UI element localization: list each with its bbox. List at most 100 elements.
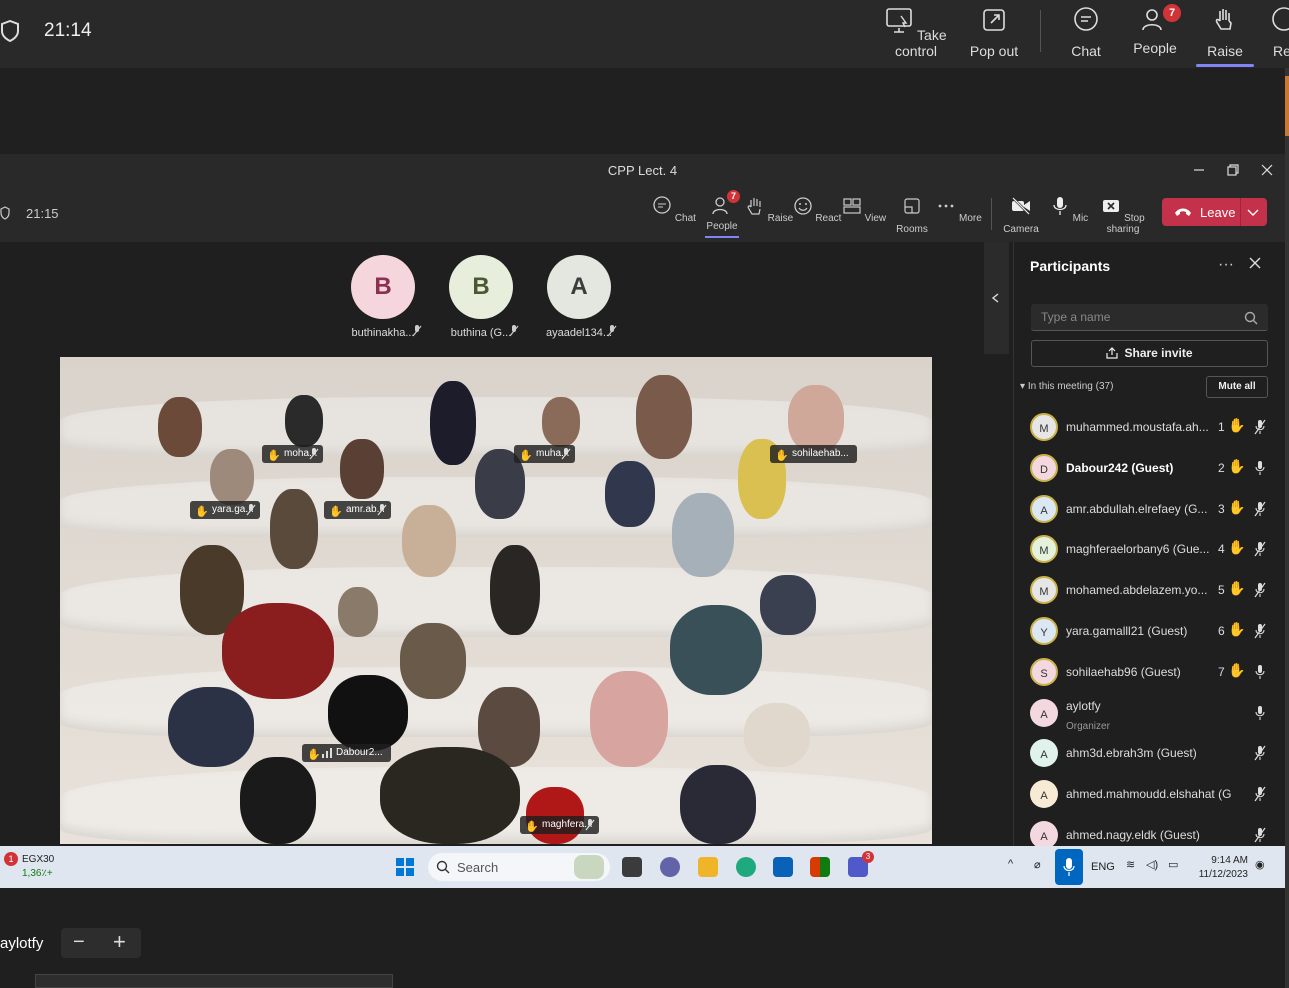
in-meeting-header[interactable]: ▾ In this meeting (37) xyxy=(1020,381,1113,392)
outer-react-button[interactable]: Re xyxy=(1270,6,1289,59)
chat-icon xyxy=(653,196,671,214)
participant-row[interactable]: Mmuhammed.moustafa.ah... 1 ✋ xyxy=(1028,409,1286,449)
attendee-video xyxy=(210,449,254,505)
chat-button[interactable]: Chat xyxy=(649,196,699,224)
react-button[interactable]: React xyxy=(792,196,842,224)
maximize-icon[interactable] xyxy=(1223,160,1243,180)
search-icon[interactable] xyxy=(1244,311,1258,325)
participant-name: maghferaelorbany6 (Gue... xyxy=(1066,542,1210,557)
mic-muted-icon[interactable] xyxy=(1254,827,1266,843)
view-button[interactable]: View xyxy=(839,196,889,224)
mic-muted-icon[interactable] xyxy=(1254,419,1266,435)
mic-muted-icon[interactable] xyxy=(1254,501,1266,517)
raise-button[interactable]: Raise xyxy=(744,196,794,224)
mic-icon[interactable] xyxy=(1254,705,1266,721)
participant-tile[interactable]: A ayaadel134... xyxy=(544,255,614,339)
volume-icon[interactable]: ◁) xyxy=(1146,858,1158,871)
participant-row[interactable]: Mmaghferaelorbany6 (Gue... 4 ✋ xyxy=(1028,531,1286,571)
raised-hand-icon: ✋ xyxy=(519,450,533,462)
mic-icon[interactable] xyxy=(1254,460,1266,476)
zoom-out-button[interactable]: − xyxy=(73,931,85,954)
mic-tray-button[interactable] xyxy=(1055,849,1083,885)
chevron-down-icon[interactable] xyxy=(1246,206,1260,218)
participant-tile[interactable]: B buthina (G... xyxy=(446,255,516,339)
mic-button[interactable]: Mic xyxy=(1044,196,1094,224)
more-button[interactable]: More xyxy=(934,196,984,224)
outer-people-label: People xyxy=(1133,40,1177,56)
participant-row[interactable]: Ssohilaehab96 (Guest) 7 ✋ xyxy=(1028,654,1286,694)
camera-label: Camera xyxy=(1003,224,1039,235)
windows-start-icon[interactable] xyxy=(396,858,414,876)
teams-icon[interactable]: 3 xyxy=(848,851,874,877)
task-view-icon[interactable] xyxy=(622,857,642,877)
notifications-icon[interactable]: ◉ xyxy=(1255,858,1265,871)
participant-row[interactable]: Yyara.gamalll21 (Guest) 6 ✋ xyxy=(1028,613,1286,653)
camera-button[interactable]: Camera xyxy=(996,196,1046,235)
mic-muted-icon xyxy=(509,325,519,337)
file-explorer-icon[interactable] xyxy=(698,857,718,877)
mic-muted-icon[interactable] xyxy=(1254,745,1266,761)
more-icon xyxy=(938,204,954,208)
zoom-in-button[interactable]: + xyxy=(113,929,126,955)
together-mode-video: ✋ moha... ✋ muha... ✋ sohilaehab... ✋ ya… xyxy=(60,357,932,844)
mute-all-button[interactable]: Mute all xyxy=(1206,376,1268,398)
participant-row[interactable]: Aahm3d.ebrah3m (Guest) xyxy=(1028,735,1286,775)
shield-icon xyxy=(0,206,10,220)
wifi-icon[interactable]: ≋ xyxy=(1126,858,1135,871)
chevron-up-icon[interactable]: ^ xyxy=(1008,858,1013,870)
avatar: A xyxy=(1030,494,1058,523)
take-control-icon xyxy=(886,8,913,33)
mic-muted-icon[interactable] xyxy=(1254,786,1266,802)
take-control-button[interactable]: Take control xyxy=(878,6,954,59)
outer-raise-button[interactable]: Raise xyxy=(1196,6,1254,67)
shield-icon xyxy=(1,20,19,42)
scrollbar-thumb[interactable] xyxy=(1285,76,1289,136)
teams-chat-icon[interactable] xyxy=(660,857,680,877)
battery-icon[interactable]: ▭ xyxy=(1168,858,1178,871)
clock[interactable]: 9:14 AM 11/12/2023 xyxy=(1192,854,1248,882)
pop-out-label: Pop out xyxy=(969,43,1019,59)
people-label: People xyxy=(706,221,738,232)
participant-row[interactable]: Aahmed.mahmoudd.elshahat (Gu... xyxy=(1028,776,1286,816)
people-button[interactable]: 7 People xyxy=(697,190,747,238)
attendee-video xyxy=(636,375,692,459)
office-icon[interactable] xyxy=(810,857,830,877)
language-indicator[interactable]: ENG xyxy=(1091,861,1115,873)
attendee-video xyxy=(680,765,756,844)
hand-order-number: 1 xyxy=(1218,420,1225,434)
close-window-icon[interactable] xyxy=(1257,160,1277,180)
mic-muted-icon[interactable] xyxy=(1254,623,1266,639)
view-label: View xyxy=(864,213,887,224)
close-icon[interactable] xyxy=(1248,256,1262,270)
participant-row[interactable]: Mmohamed.abdelazem.yo... 5 ✋ xyxy=(1028,572,1286,612)
pop-out-button[interactable]: Pop out xyxy=(966,6,1022,59)
participant-row[interactable]: Aaylotfy Organizer xyxy=(1028,695,1286,735)
minimize-icon[interactable] xyxy=(1189,160,1209,180)
participant-role: Organizer xyxy=(1066,720,1110,732)
taskbar-search[interactable]: Search xyxy=(428,853,610,881)
mic-muted-icon[interactable] xyxy=(1254,541,1266,557)
stock-name: EGX30 xyxy=(22,854,55,865)
outer-people-button[interactable]: 7 People xyxy=(1130,4,1181,56)
leave-button[interactable]: Leave xyxy=(1162,198,1267,226)
collapse-panel-button[interactable] xyxy=(984,242,1009,354)
more-options-icon[interactable]: ··· xyxy=(1218,256,1234,274)
search-input[interactable] xyxy=(1031,304,1268,331)
share-invite-button[interactable]: Share invite xyxy=(1031,340,1268,367)
stop-sharing-button[interactable]: Stop sharing xyxy=(1093,196,1153,235)
mic-icon[interactable] xyxy=(1254,664,1266,680)
participant-row[interactable]: Aamr.abdullah.elrefaey (G... 3 ✋ xyxy=(1028,491,1286,531)
store-icon[interactable] xyxy=(773,857,793,877)
rooms-button[interactable]: Rooms xyxy=(887,196,937,235)
participant-row[interactable]: D Dabour242 (Guest) 2 ✋ xyxy=(1028,450,1286,490)
edge-icon[interactable] xyxy=(736,857,756,877)
outer-taskbar-preview xyxy=(35,974,393,988)
participant-tile[interactable]: B buthinakha... xyxy=(348,255,418,339)
presenter-name: aylotfy xyxy=(0,935,44,952)
network-off-icon[interactable]: ⌀ xyxy=(1034,858,1041,871)
mic-muted-icon[interactable] xyxy=(1254,582,1266,598)
mic-muted-icon xyxy=(377,504,387,516)
raise-hand-icon xyxy=(1215,9,1232,30)
outer-chat-button[interactable]: Chat xyxy=(1065,6,1107,59)
avatar: B xyxy=(449,255,513,319)
